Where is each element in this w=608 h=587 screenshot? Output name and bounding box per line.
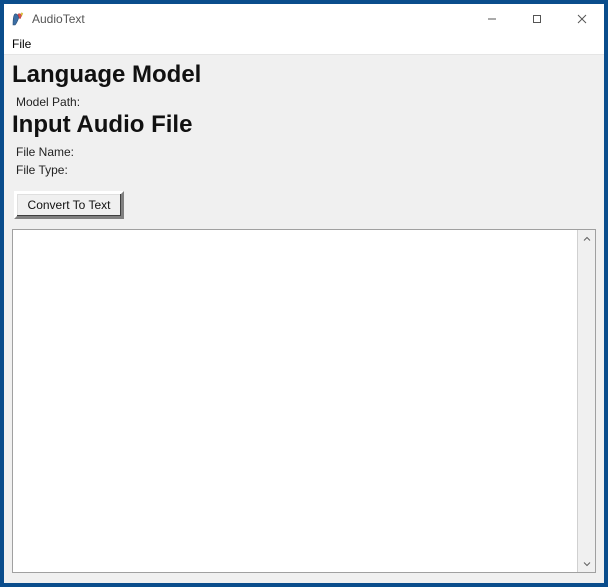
menubar: File (4, 34, 604, 55)
label-model-path: Model Path: (16, 95, 596, 109)
output-area (12, 229, 596, 573)
label-file-name: File Name: (16, 145, 596, 159)
output-scrollbar[interactable] (577, 230, 595, 572)
app-icon (10, 11, 26, 27)
convert-button[interactable]: Convert To Text (14, 191, 124, 219)
label-model-path-text: Model Path: (16, 95, 80, 109)
minimize-button[interactable] (469, 4, 514, 34)
heading-input-audio: Input Audio File (12, 111, 596, 139)
titlebar-left: AudioText (10, 11, 85, 27)
label-file-type-text: File Type: (16, 163, 68, 177)
client-area: Language Model Model Path: Input Audio F… (4, 55, 604, 583)
scroll-down-icon[interactable] (578, 555, 595, 572)
menu-file[interactable]: File (8, 36, 35, 52)
app-window: AudioText File Language Model Model Path… (0, 0, 608, 587)
heading-language-model: Language Model (12, 61, 596, 89)
titlebar: AudioText (4, 4, 604, 34)
window-title: AudioText (32, 12, 85, 26)
scroll-up-icon[interactable] (578, 230, 595, 247)
maximize-button[interactable] (514, 4, 559, 34)
output-textbox[interactable] (13, 230, 577, 572)
window-controls (469, 4, 604, 34)
label-file-name-text: File Name: (16, 145, 74, 159)
close-button[interactable] (559, 4, 604, 34)
label-file-type: File Type: (16, 163, 596, 177)
